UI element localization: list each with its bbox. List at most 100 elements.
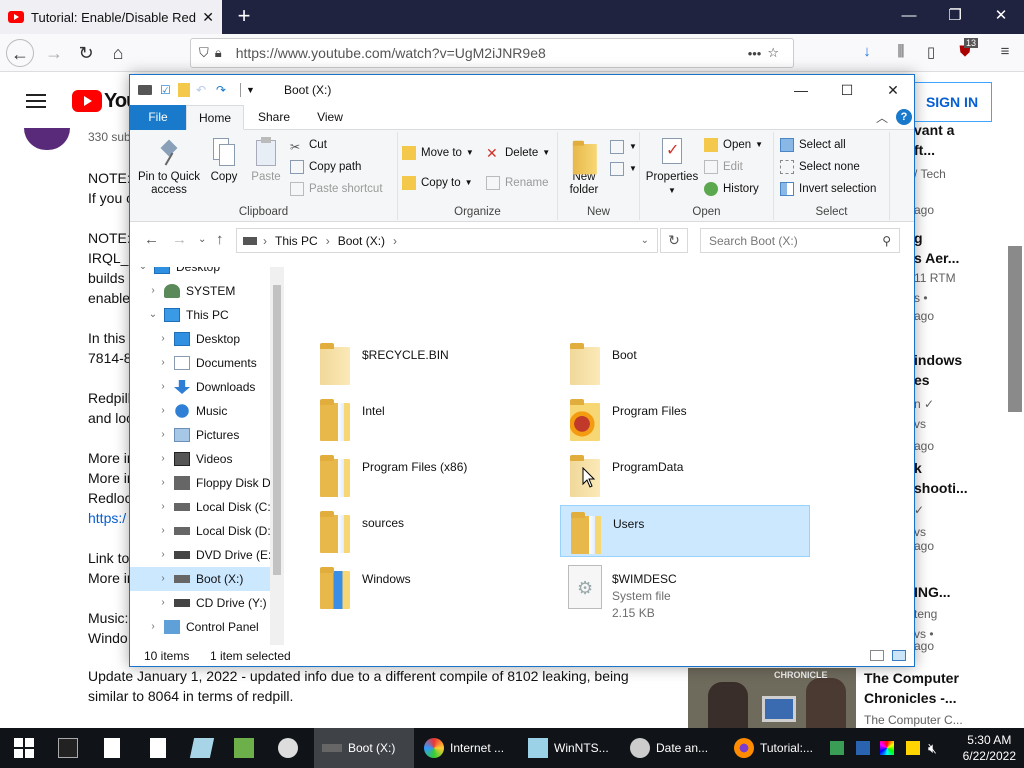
url-bar[interactable]: ⛉ 🔒︎ https://www.youtube.com/watch?v=UgM… — [190, 38, 794, 68]
file-item[interactable]: ProgramData — [560, 449, 810, 501]
reload-button[interactable]: ↻ — [72, 39, 100, 67]
edit-button[interactable]: Edit — [704, 158, 743, 176]
taskbar-window[interactable]: WinNTS... — [520, 728, 620, 768]
tab-close-icon[interactable]: ✕ — [202, 9, 214, 26]
collapse-ribbon-icon[interactable]: ︿ — [876, 109, 888, 126]
navigation-scroll-thumb[interactable] — [273, 285, 281, 575]
taskbar-window[interactable]: Tutorial:... — [726, 728, 826, 768]
forward-button[interactable]: → — [40, 39, 68, 67]
help-icon[interactable]: ? — [896, 109, 912, 125]
chevron-right-icon[interactable]: › — [156, 351, 170, 375]
chevron-right-icon[interactable]: › — [146, 615, 160, 639]
nav-item[interactable]: › SYSTEM — [130, 279, 270, 303]
tray-app-1[interactable] — [856, 728, 876, 768]
address-dropdown-icon[interactable]: ⌄ — [641, 235, 649, 246]
browser-close-button[interactable]: ✕ — [986, 4, 1016, 28]
editor-app[interactable] — [234, 728, 262, 768]
chevron-right-icon[interactable]: › — [156, 399, 170, 423]
start-button[interactable] — [0, 728, 48, 768]
sign-in-button[interactable]: SIGN IN — [912, 82, 992, 122]
tab-file[interactable]: File — [130, 105, 186, 130]
file-item[interactable]: sources — [310, 505, 560, 557]
up-arrow-icon[interactable]: ↑ — [216, 231, 224, 248]
refresh-button[interactable]: ↻ — [660, 228, 688, 253]
paste-button[interactable]: Paste — [246, 136, 286, 184]
move-to-button[interactable]: Move to ▼ — [402, 144, 474, 162]
related-video-text[interactable]: ING... — [914, 582, 951, 602]
select-all-button[interactable]: Select all — [780, 136, 846, 154]
address-bar[interactable]: › This PC › Boot (X:) › ⌄ — [236, 228, 658, 253]
copy-to-button[interactable]: Copy to ▼ — [402, 174, 473, 192]
browser-tab-active[interactable]: Tutorial: Enable/Disable Redpill ✕ — [0, 0, 222, 34]
nav-item[interactable]: › Boot (X:) — [130, 567, 270, 591]
file-item[interactable]: Program Files — [560, 393, 810, 445]
related-video-title-1[interactable]: The Computer — [864, 668, 959, 688]
tray-network-app[interactable] — [830, 728, 850, 768]
cut-button[interactable]: ✂ Cut — [290, 136, 327, 154]
chevron-right-icon[interactable]: › — [156, 543, 170, 567]
notes-app[interactable] — [189, 728, 220, 768]
explorer-maximize-button[interactable]: ☐ — [824, 75, 870, 105]
chevron-down-icon[interactable]: ⌄ — [146, 303, 160, 327]
back-button[interactable]: ← — [6, 39, 34, 67]
taskbar-window[interactable]: Internet ... — [416, 728, 516, 768]
related-video-text[interactable]: es — [914, 370, 930, 390]
notepad-app[interactable] — [104, 728, 132, 768]
chevron-right-icon[interactable]: › — [156, 519, 170, 543]
redo-icon[interactable]: ↷ — [216, 83, 226, 97]
browser-maximize-button[interactable]: ❐ — [940, 4, 970, 28]
document-app[interactable] — [150, 728, 178, 768]
nav-item[interactable]: › Local Disk (C:) — [130, 495, 274, 519]
nav-item[interactable]: › Local Disk (D:) — [130, 519, 274, 543]
nav-item[interactable]: › DVD Drive (E:) I — [130, 543, 282, 567]
file-item[interactable]: Program Files (x86) — [310, 449, 560, 501]
taskbar-window[interactable]: Boot (X:) — [314, 728, 414, 768]
nav-item[interactable]: ⌄ Desktop — [130, 267, 270, 279]
home-button[interactable]: ⌂ — [104, 39, 132, 67]
pin-quick-access-button[interactable]: Pin to Quick access — [136, 136, 202, 197]
related-video-text[interactable]: indows — [914, 350, 962, 370]
copy-path-button[interactable]: Copy path — [290, 158, 361, 176]
file-item[interactable]: $WIMDESC System file 2.15 KB — [560, 561, 810, 620]
rename-button[interactable]: Rename — [486, 174, 548, 192]
forward-arrow-icon[interactable]: → — [172, 231, 187, 248]
chevron-down-icon[interactable]: ⌄ — [136, 267, 150, 279]
navigation-scrollbar[interactable] — [270, 267, 284, 645]
bookmark-star-icon[interactable]: ☆ — [767, 45, 779, 61]
properties-quick-icon[interactable]: ☑ — [160, 83, 171, 97]
nav-item[interactable]: › Control Panel — [130, 615, 270, 639]
invert-selection-button[interactable]: Invert selection — [780, 180, 876, 198]
nav-item[interactable]: › Floppy Disk Dri — [130, 471, 277, 495]
volume-button[interactable]: 🔇︎ — [928, 728, 948, 768]
recent-locations-icon[interactable]: ⌄ — [198, 234, 206, 245]
library-icon[interactable]: ⫼ — [890, 43, 912, 63]
new-tab-button[interactable]: + — [232, 4, 256, 28]
tray-app-3[interactable] — [906, 728, 926, 768]
nav-item[interactable]: › Documents — [130, 351, 270, 375]
chevron-right-icon[interactable]: › — [156, 495, 170, 519]
tab-home[interactable]: Home — [186, 105, 244, 130]
nav-item[interactable]: › CD Drive (Y:) H — [130, 591, 278, 615]
details-view-icon[interactable] — [870, 650, 884, 661]
tab-view[interactable]: View — [302, 105, 358, 130]
file-item[interactable]: Users — [560, 505, 810, 557]
tab-share[interactable]: Share — [246, 105, 302, 130]
copy-button[interactable]: Copy — [206, 136, 242, 184]
new-item-button[interactable]: ▼ — [610, 138, 637, 156]
easy-access-button[interactable]: ▼ — [610, 160, 637, 178]
browser-minimize-button[interactable]: — — [894, 4, 924, 28]
back-arrow-icon[interactable]: ← — [144, 231, 159, 248]
clock[interactable]: 5:30 AM 6/22/2022 — [963, 732, 1016, 764]
sidebar-icon[interactable]: ▯ — [920, 43, 942, 63]
nav-item[interactable]: › Desktop — [130, 327, 270, 351]
undo-icon[interactable]: ↶ — [196, 83, 206, 97]
nav-item[interactable]: › Videos — [130, 447, 270, 471]
delete-button[interactable]: ✕ Delete ▼ — [486, 144, 550, 162]
customize-quick-access-icon[interactable]: ▼ — [246, 85, 255, 99]
related-video-text[interactable]: s Aer... — [914, 248, 959, 268]
related-video-text[interactable]: g — [914, 228, 923, 248]
properties-button[interactable]: ✓ Properties ▼ — [644, 136, 700, 197]
chevron-right-icon[interactable]: › — [146, 279, 160, 303]
related-video-text[interactable]: k — [914, 458, 922, 478]
chevron-right-icon[interactable]: › — [156, 471, 170, 495]
